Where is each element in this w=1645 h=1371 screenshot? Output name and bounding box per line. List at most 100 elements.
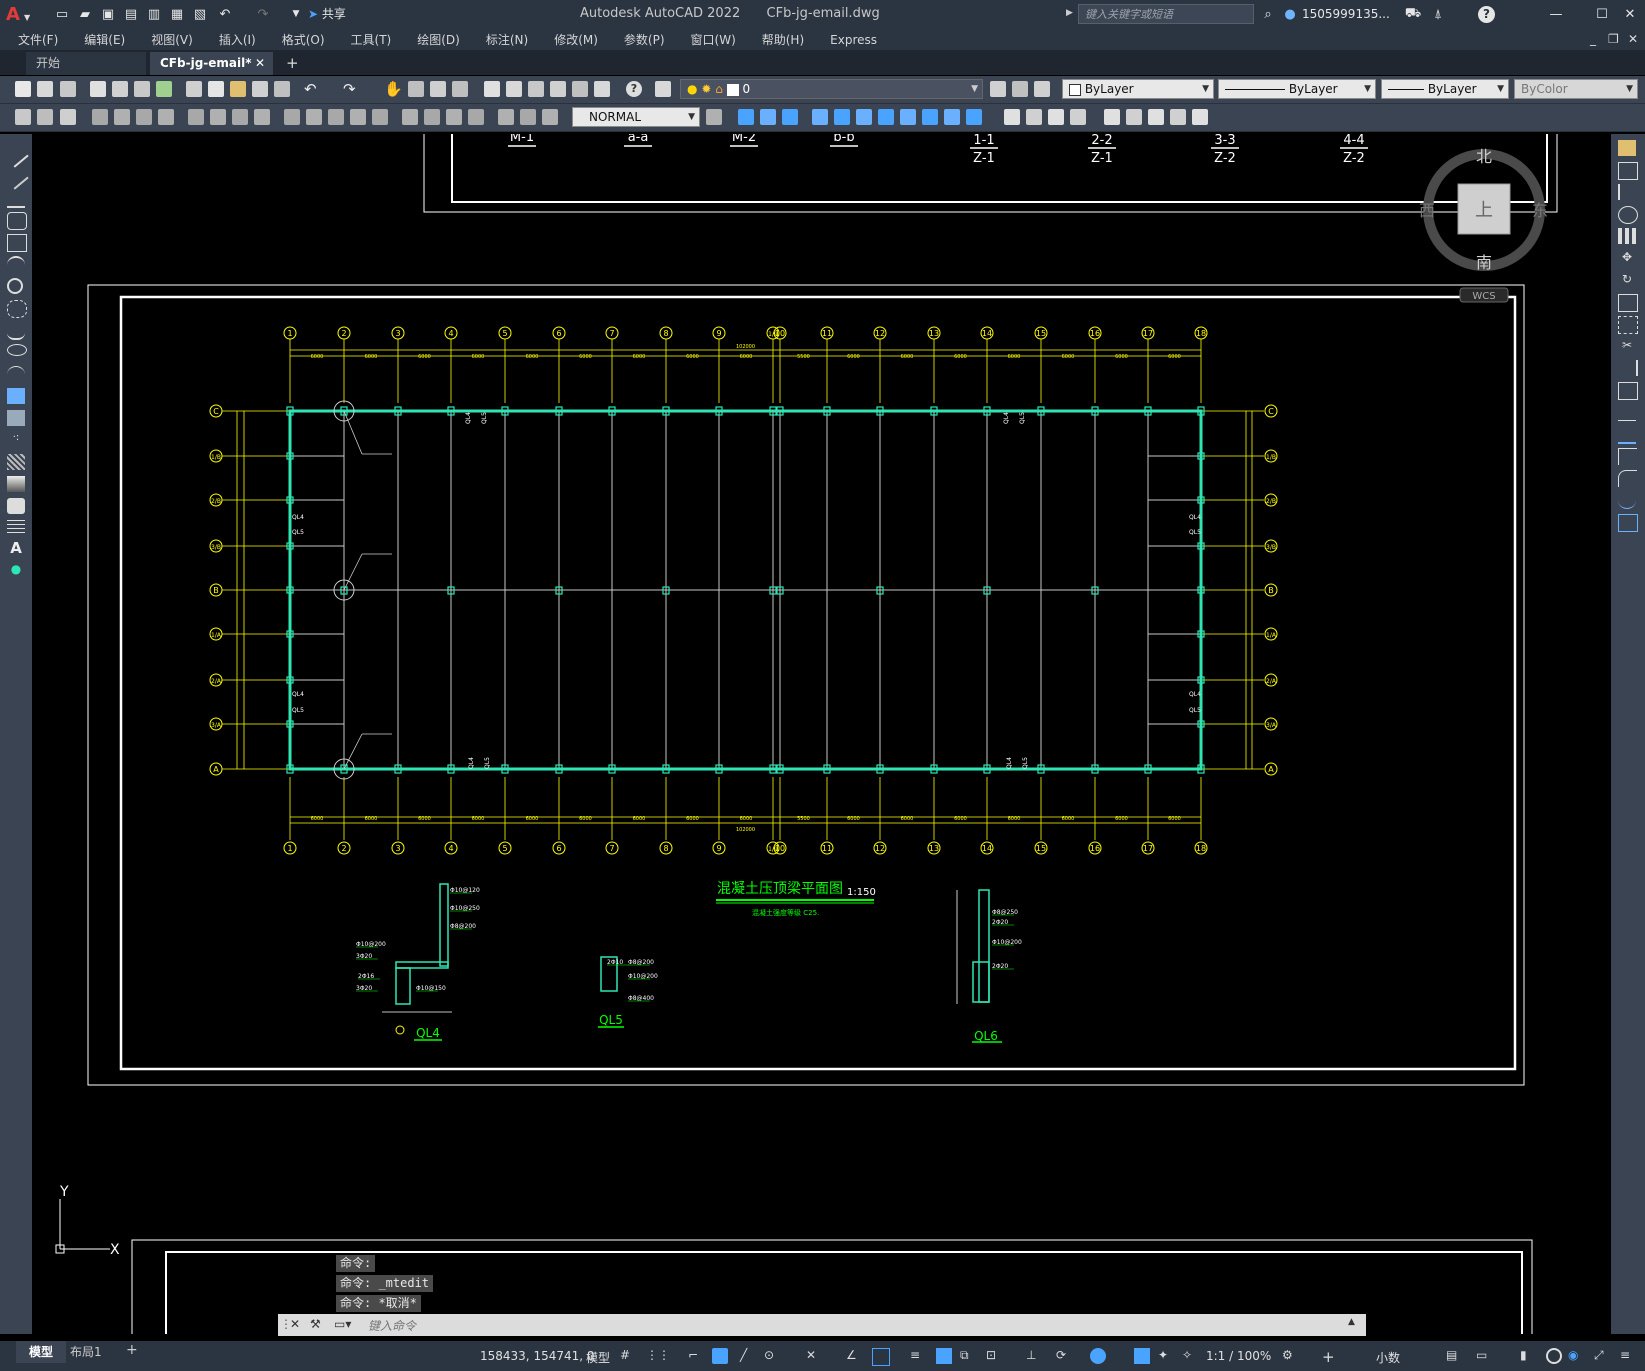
menu-insert[interactable]: 插入(I): [219, 31, 256, 48]
recent-commands-icon[interactable]: ▭▾: [334, 1317, 351, 1331]
gradient-icon[interactable]: [7, 476, 25, 492]
offset-icon[interactable]: [1618, 206, 1638, 224]
jogged-linear-icon[interactable]: [468, 109, 484, 125]
save-icon-2[interactable]: [60, 81, 76, 97]
customize-status-icon[interactable]: ≡: [1620, 1348, 1636, 1364]
hatch-icon[interactable]: [7, 454, 25, 470]
history-expand-icon[interactable]: ▲: [1348, 1317, 1355, 1327]
modify-tool-2[interactable]: [760, 109, 776, 125]
layer-state-icon[interactable]: [1034, 81, 1050, 97]
tolerance-icon[interactable]: [402, 109, 418, 125]
help-button[interactable]: ?: [1478, 6, 1495, 23]
layer-properties-icon[interactable]: [655, 81, 671, 97]
undo-icon-2[interactable]: ↶: [304, 80, 317, 98]
menu-tools[interactable]: 工具(T): [351, 31, 392, 48]
tab-active-drawing[interactable]: CFb-jg-email* ✕: [150, 52, 273, 75]
properties-icon[interactable]: [484, 81, 500, 97]
modify-tool-6[interactable]: [856, 109, 872, 125]
new-tab-button[interactable]: +: [286, 54, 299, 72]
chamfer-icon[interactable]: [1618, 448, 1637, 465]
viewcube[interactable]: 上 北 南 西 东 WCS: [1419, 147, 1548, 303]
model-space-toggle[interactable]: 模型: [586, 1349, 610, 1366]
modify-tool-12[interactable]: [1004, 109, 1020, 125]
publish-icon-2[interactable]: [134, 81, 150, 97]
search-input[interactable]: 键入关键字或短语: [1078, 4, 1254, 24]
break-at-point-icon[interactable]: [1618, 382, 1638, 400]
plot-icon[interactable]: [90, 81, 106, 97]
3d-osnap-icon[interactable]: [1090, 1348, 1106, 1364]
menu-format[interactable]: 格式(O): [282, 31, 325, 48]
annotation-monitor-icon[interactable]: ⊥: [1026, 1348, 1042, 1364]
close-icon[interactable]: ✕: [1620, 5, 1640, 23]
quick-properties-icon[interactable]: ⊡: [986, 1348, 1002, 1364]
share-button[interactable]: ➤ 共享: [308, 5, 346, 23]
annotation-scale-icon[interactable]: ✧: [1182, 1348, 1198, 1364]
viewcube-north[interactable]: 北: [1476, 147, 1492, 166]
dim-break-icon[interactable]: [372, 109, 388, 125]
viewcube-south[interactable]: 南: [1476, 253, 1492, 272]
arc-icon[interactable]: [7, 256, 25, 274]
table-icon[interactable]: [7, 520, 25, 536]
qnew-icon[interactable]: [15, 81, 31, 97]
revcloud-icon[interactable]: [7, 300, 27, 318]
ellipse-icon[interactable]: [7, 344, 27, 356]
graphics-icon[interactable]: ◉: [1568, 1348, 1584, 1364]
osnap-tracking-icon[interactable]: ⊙: [764, 1348, 780, 1364]
spline-icon[interactable]: [7, 322, 25, 340]
dim-space-icon[interactable]: [350, 109, 366, 125]
tab-model[interactable]: 模型: [16, 1341, 66, 1363]
polygon-icon[interactable]: [7, 212, 27, 230]
print-icon[interactable]: ▧: [190, 5, 210, 23]
selection-cycling-icon[interactable]: ≡: [910, 1348, 926, 1364]
open-icon[interactable]: [37, 81, 53, 97]
modify-tool-11[interactable]: [966, 109, 982, 125]
menu-draw[interactable]: 绘图(D): [417, 31, 460, 48]
drawing-viewport[interactable]: M-1 a-a M-2 b-b 1-1 Z-1 2-2 Z-1 3-3 Z-2 4-4 Z-2 上 北…: [32, 134, 1611, 1334]
paste-icon[interactable]: [230, 81, 246, 97]
annotation-visibility-icon[interactable]: [1134, 1348, 1150, 1364]
modify-tool-15[interactable]: [1070, 109, 1086, 125]
copy-object-icon[interactable]: [1618, 162, 1638, 180]
modify-tool-10[interactable]: [944, 109, 960, 125]
viewcube-east[interactable]: 东: [1532, 201, 1548, 220]
workspace-gear-icon[interactable]: ⚙: [1282, 1348, 1298, 1364]
tool-icon-1[interactable]: [15, 109, 31, 125]
grid-icon[interactable]: #: [620, 1348, 636, 1364]
menu-help[interactable]: 帮助(H): [762, 31, 804, 48]
publish-icon[interactable]: ▦: [167, 5, 187, 23]
insert-block-icon[interactable]: [7, 388, 25, 404]
modify-tool-17[interactable]: [1126, 109, 1142, 125]
modify-tool-18[interactable]: [1148, 109, 1164, 125]
help-icon[interactable]: ?: [626, 81, 642, 97]
dynamic-input-icon[interactable]: ⧉: [960, 1348, 976, 1364]
ellipse-arc-icon[interactable]: [7, 366, 25, 383]
customize-wrench-icon[interactable]: ⚒: [310, 1317, 321, 1331]
coordinate-readout[interactable]: 158433, 154741, 0: [480, 1349, 595, 1363]
tab-close-icon[interactable]: ✕: [255, 52, 265, 75]
close-command-icon[interactable]: ✕: [290, 1317, 300, 1331]
zoom-window-icon[interactable]: [430, 81, 446, 97]
baseline-dim-icon[interactable]: [306, 109, 322, 125]
dimstyle-manager-icon[interactable]: [706, 109, 722, 125]
add-layout-button[interactable]: +: [126, 1342, 138, 1358]
cad-drawing-canvas[interactable]: M-1 a-a M-2 b-b 1-1 Z-1 2-2 Z-1 3-3 Z-2 4-4 Z-2 上 北…: [32, 134, 1611, 1334]
aligned-dim-icon[interactable]: [114, 109, 130, 125]
tab-start[interactable]: 开始: [26, 52, 146, 75]
layer-previous-icon[interactable]: [1012, 81, 1028, 97]
3d-dwf-icon[interactable]: [156, 81, 172, 97]
modify-tool-1[interactable]: [738, 109, 754, 125]
save-as-icon[interactable]: ▤: [121, 5, 141, 23]
modify-tool-3[interactable]: [782, 109, 798, 125]
open-folder-icon[interactable]: ▰: [75, 5, 95, 23]
snap-icon[interactable]: ⋮⋮: [646, 1348, 670, 1364]
customize-dropdown-icon[interactable]: ▼: [286, 5, 306, 23]
plotstyle-combo[interactable]: ByColor ▼: [1514, 79, 1638, 99]
units-value[interactable]: 小数: [1376, 1349, 1400, 1366]
zoom-realtime-icon[interactable]: [408, 81, 424, 97]
erase-icon[interactable]: [1618, 140, 1636, 156]
tool-icon-2[interactable]: [37, 109, 53, 125]
break-icon[interactable]: [1618, 404, 1636, 421]
fillet-icon[interactable]: [1618, 470, 1637, 487]
modify-tool-13[interactable]: [1026, 109, 1042, 125]
modify-tool-5[interactable]: [834, 109, 850, 125]
